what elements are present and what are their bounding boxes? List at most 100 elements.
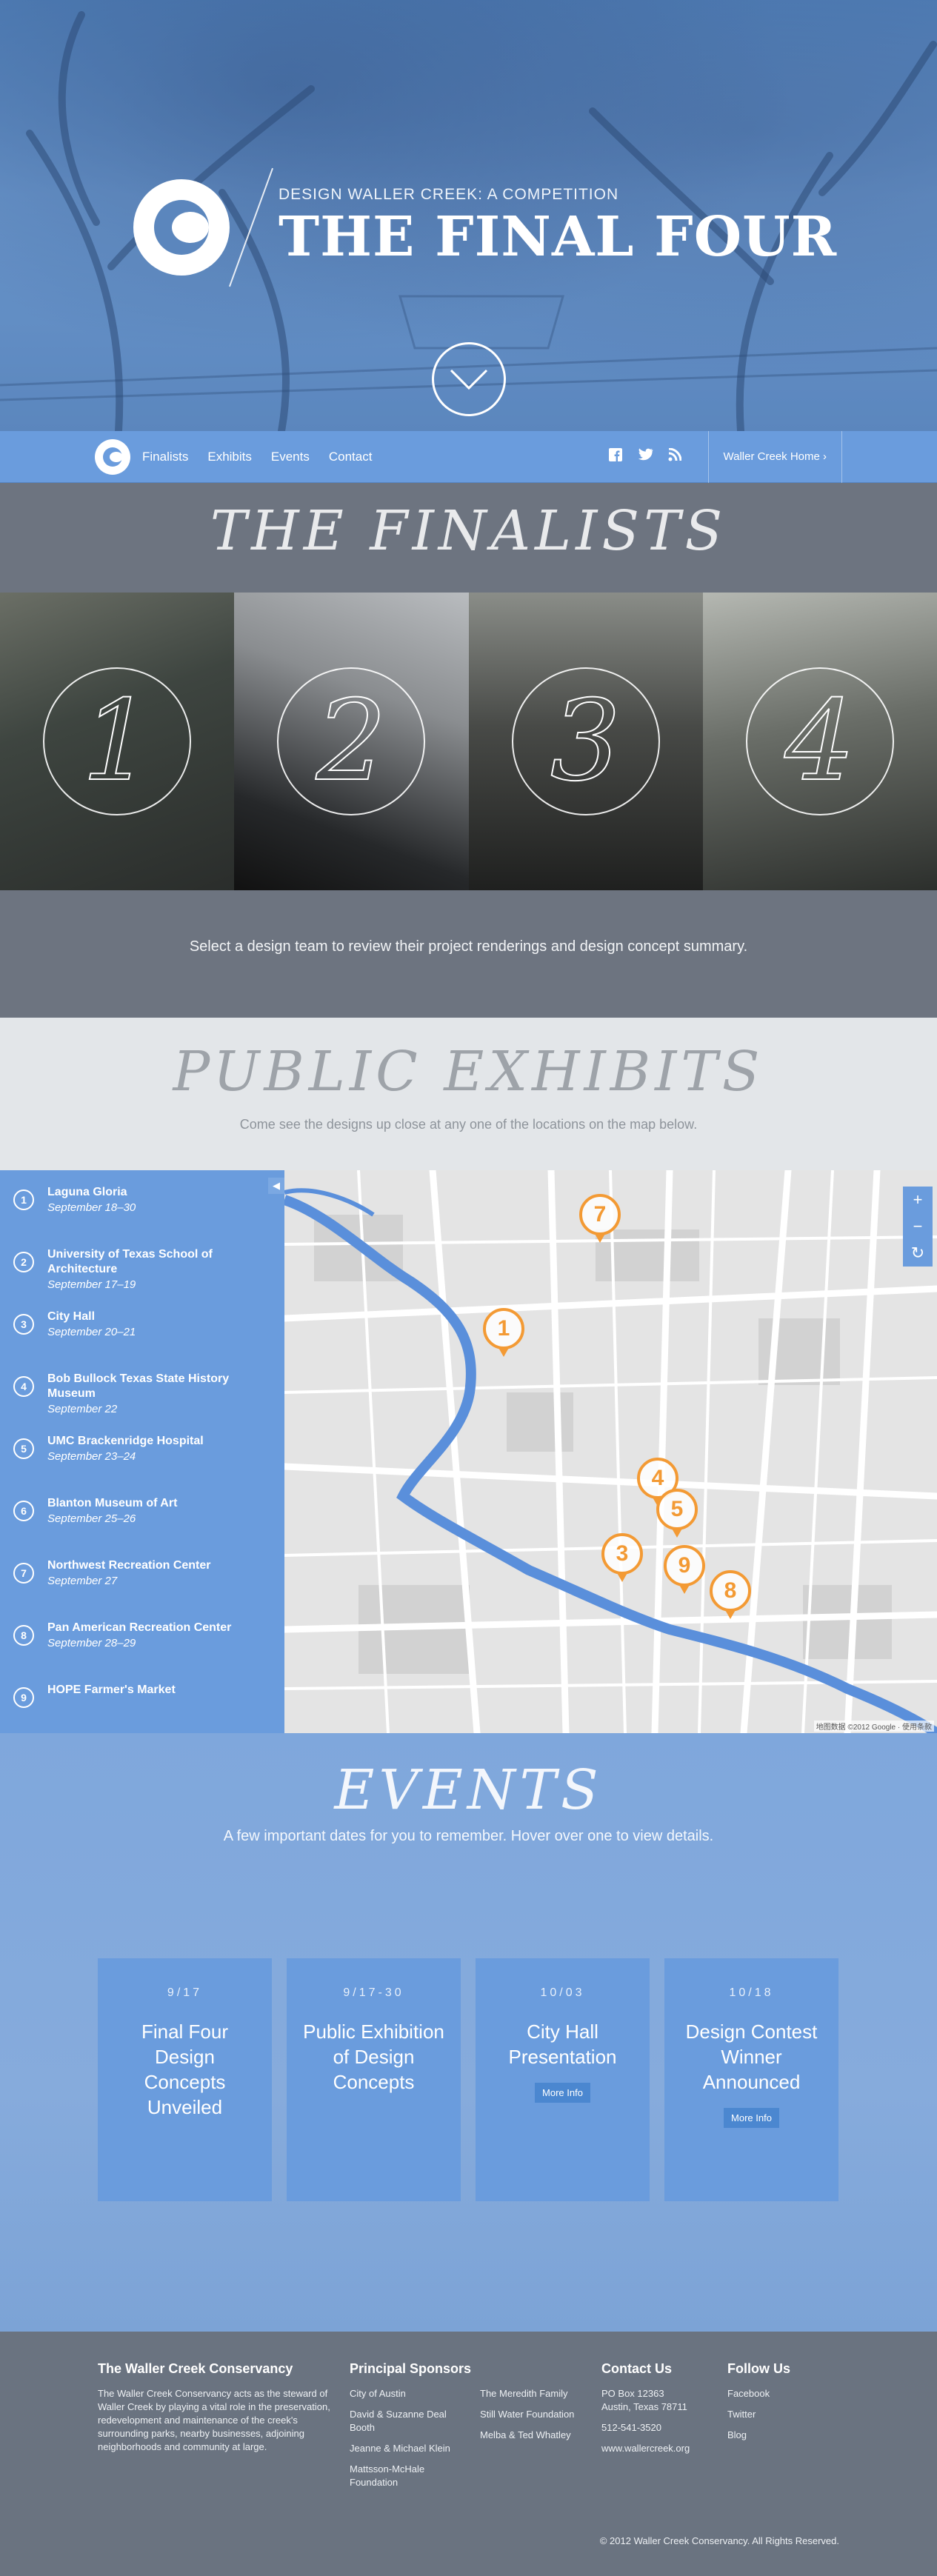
hero-subtitle: DESIGN WALLER CREEK: A COMPETITION	[279, 186, 619, 203]
footer-follow: Follow Us Facebook Twitter Blog	[727, 2361, 790, 2497]
location-date: September 17–19	[47, 1278, 136, 1291]
reset-map-button[interactable]: ↻	[911, 1240, 924, 1267]
twitter-icon[interactable]	[637, 448, 653, 465]
location-item[interactable]: 6 Blanton Museum of Art September 25–26	[0, 1490, 284, 1552]
location-item[interactable]: 3 City Hall September 20–21	[0, 1304, 284, 1366]
finalist-2-panel[interactable]: 2	[234, 593, 469, 890]
events-title: EVENTS	[334, 1758, 603, 1822]
location-number: 5	[13, 1438, 34, 1459]
location-name: UMC Brackenridge Hospital	[47, 1435, 204, 1447]
finalist-3-number: 3	[511, 667, 660, 815]
finalist-4-number: 4	[745, 667, 894, 815]
nav-exhibits[interactable]: Exhibits	[207, 450, 252, 464]
location-item[interactable]: 8 Pan American Recreation Center September…	[0, 1615, 284, 1677]
exhibits-title: PUBLIC EXHIBITS	[173, 1040, 764, 1104]
location-item[interactable]: 2 University of Texas School of Architect…	[0, 1241, 284, 1304]
event-date: 10/03	[540, 1986, 585, 1999]
location-date: September 23–24	[47, 1450, 136, 1463]
location-item[interactable]: 9 HOPE Farmer's Market	[0, 1677, 284, 1733]
event-title: City Hall Presentation	[508, 2021, 617, 2068]
more-info-button[interactable]: More Info	[724, 2108, 779, 2128]
location-number: 3	[13, 1314, 34, 1335]
collapse-list-button[interactable]: ◀	[268, 1178, 284, 1194]
map-pin[interactable]: 8	[710, 1570, 751, 1619]
map-pin[interactable]: 3	[601, 1533, 643, 1582]
about-text: The Waller Creek Conservancy acts as the…	[98, 2388, 330, 2452]
location-date: September 28–29	[47, 1637, 136, 1649]
more-info-button[interactable]: More Info	[535, 2083, 590, 2103]
sponsor-name: The Meredith Family	[480, 2388, 568, 2399]
event-card[interactable]: 10/18 Design Contest Winner Announced Mo…	[664, 1958, 838, 2201]
footer-about: The Waller Creek Conservancy The Waller …	[98, 2361, 350, 2497]
location-date: September 20–21	[47, 1326, 136, 1338]
map-pin[interactable]: 5	[656, 1489, 698, 1538]
footer-columns: The Waller Creek Conservancy The Waller …	[98, 2361, 839, 2497]
event-card[interactable]: 9/17-30 Public Exhibition of Design Conc…	[287, 1958, 461, 2201]
location-item[interactable]: 7 Northwest Recreation Center September 27	[0, 1552, 284, 1615]
events-subtitle: A few important dates for you to remembe…	[223, 1828, 714, 1844]
sponsor-name: David & Suzanne Deal Booth	[350, 2409, 447, 2433]
location-item[interactable]: 1 Laguna Gloria September 18–30	[0, 1179, 284, 1241]
event-date: 9/17-30	[343, 1986, 404, 1999]
scroll-down-button[interactable]	[432, 342, 506, 416]
about-title: The Waller Creek Conservancy	[98, 2361, 293, 2376]
event-title: Public Exhibition of Design Concepts	[303, 2021, 444, 2093]
site-footer: The Waller Creek Conservancy The Waller …	[0, 2332, 937, 2576]
rss-icon[interactable]	[668, 447, 682, 465]
hero-title: THE FINAL FOUR	[279, 205, 838, 269]
contact-address: PO Box 12363 Austin, Texas 78711	[601, 2388, 687, 2412]
event-card[interactable]: 9/17 Final Four Design Concepts Unveiled	[98, 1958, 272, 2201]
sponsor-name: Still Water Foundation	[480, 2409, 575, 2420]
exhibits-header: PUBLIC EXHIBITS Come see the designs up …	[0, 1018, 937, 1170]
contact-phone[interactable]: 512-541-3520	[601, 2421, 727, 2435]
location-name: Laguna Gloria	[47, 1186, 127, 1198]
finalists-section: THE FINALISTS 1 2 3 4 Select a design te…	[0, 483, 937, 1018]
blog-link[interactable]: Blog	[727, 2429, 790, 2442]
map-pin[interactable]: 1	[483, 1308, 524, 1357]
location-name: City Hall	[47, 1310, 96, 1323]
facebook-link[interactable]: Facebook	[727, 2387, 790, 2400]
location-name: University of Texas School of Architectu…	[47, 1248, 213, 1275]
nav-finalists[interactable]: Finalists	[142, 450, 188, 464]
nav-contact[interactable]: Contact	[329, 450, 373, 464]
footer-sponsors: Principal Sponsors City of Austin David …	[350, 2361, 601, 2497]
copyright: © 2012 Waller Creek Conservancy. All Rig…	[599, 2535, 839, 2546]
contact-website[interactable]: www.wallercreek.org	[601, 2442, 727, 2455]
twitter-link[interactable]: Twitter	[727, 2408, 790, 2421]
hero-banner: DESIGN WALLER CREEK: A COMPETITION THE F…	[0, 0, 937, 431]
finalists-caption: Select a design team to review their pro…	[189, 938, 748, 955]
location-item[interactable]: 5 UMC Brackenridge Hospital September 23–2…	[0, 1428, 284, 1490]
zoom-out-button[interactable]: −	[913, 1213, 923, 1240]
location-date: September 27	[47, 1575, 118, 1587]
sponsor-name: Mattsson-McHale Foundation	[350, 2463, 425, 2488]
exhibits-map[interactable]: 7 1 4 5 3 9 8 + − ↻ 地图数据 ©2012 Google · …	[284, 1170, 937, 1733]
nav-logo-icon[interactable]	[95, 438, 130, 475]
event-card[interactable]: 10/03 City Hall Presentation More Info	[476, 1958, 650, 2201]
facebook-icon[interactable]	[608, 448, 622, 465]
map-pin[interactable]: 7	[579, 1194, 621, 1243]
map-pin[interactable]: 9	[664, 1545, 705, 1594]
location-number: 2	[13, 1252, 34, 1272]
main-nav: Finalists Exhibits Events Contact Waller…	[0, 430, 937, 483]
waller-creek-home-link[interactable]: Waller Creek Home ›	[707, 430, 842, 483]
sponsors-title: Principal Sponsors	[350, 2361, 472, 2376]
event-date: 10/18	[729, 1986, 774, 1999]
location-date: September 18–30	[47, 1201, 136, 1214]
contact-title: Contact Us	[601, 2361, 673, 2376]
finalist-4-panel[interactable]: 4	[702, 593, 937, 890]
finalists-strip: 1 2 3 4	[0, 593, 937, 890]
nav-events[interactable]: Events	[271, 450, 310, 464]
location-number: 7	[13, 1563, 34, 1584]
location-number: 6	[13, 1501, 34, 1521]
location-name: HOPE Farmer's Market	[47, 1684, 176, 1696]
zoom-in-button[interactable]: +	[913, 1187, 923, 1213]
location-name: Pan American Recreation Center	[47, 1621, 232, 1634]
events-section: EVENTS A few important dates for you to …	[0, 1733, 937, 2332]
chevron-down-icon	[450, 369, 488, 390]
sponsor-name: Melba & Ted Whatley	[480, 2429, 571, 2440]
location-item[interactable]: 4 Bob Bullock Texas State History Museum S…	[0, 1366, 284, 1428]
exhibits-subtitle: Come see the designs up close at any one…	[239, 1117, 698, 1132]
finalist-3-panel[interactable]: 3	[468, 593, 703, 890]
map-controls: + − ↻	[903, 1187, 933, 1267]
finalist-1-panel[interactable]: 1	[0, 593, 235, 890]
